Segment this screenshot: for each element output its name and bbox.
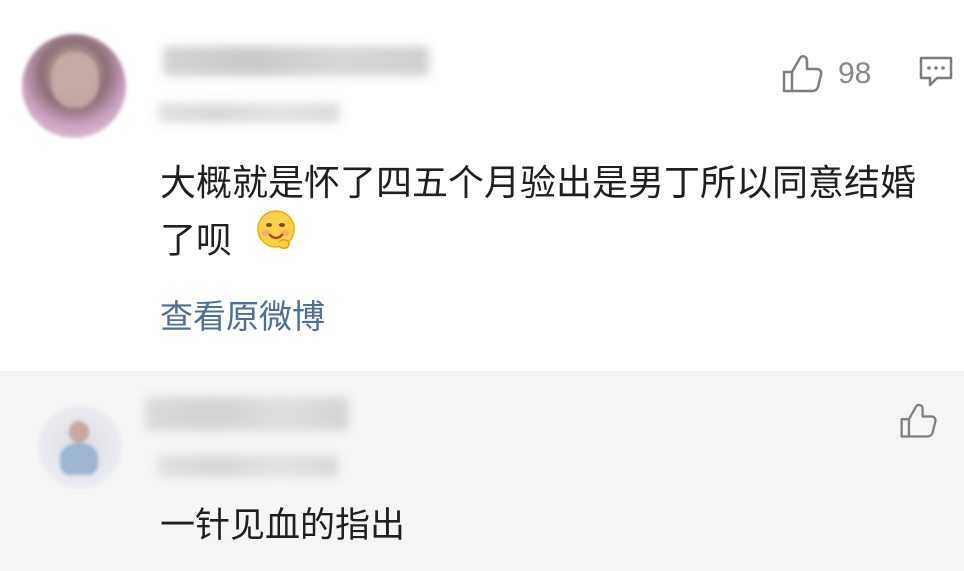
- view-original-link[interactable]: 查看原微博: [160, 293, 325, 341]
- blurred-timestamp: [158, 103, 340, 123]
- blurred-timestamp: [158, 455, 338, 477]
- avatar[interactable]: [38, 405, 122, 489]
- thumbs-up-icon[interactable]: [780, 54, 824, 94]
- comment-content: 大概就是怀了四五个月验出是男丁所以同意结婚了呗: [160, 156, 940, 273]
- like-count: 98: [838, 57, 872, 90]
- smiling-face-emoji-icon: [255, 208, 299, 269]
- like-control[interactable]: 98: [780, 54, 871, 94]
- blurred-username[interactable]: [163, 46, 429, 76]
- avatar[interactable]: [22, 34, 126, 138]
- thumbs-up-icon[interactable]: [898, 402, 938, 440]
- main-comment: 98 大概就是怀了四五个月验出是男丁所以同意结婚了呗 查看原微博: [0, 0, 964, 371]
- reply-content: 一针见血的指出: [160, 506, 406, 546]
- comment-icon[interactable]: [918, 55, 954, 89]
- blurred-username[interactable]: [145, 397, 349, 431]
- reply-comment: 一针见血的指出: [0, 371, 964, 571]
